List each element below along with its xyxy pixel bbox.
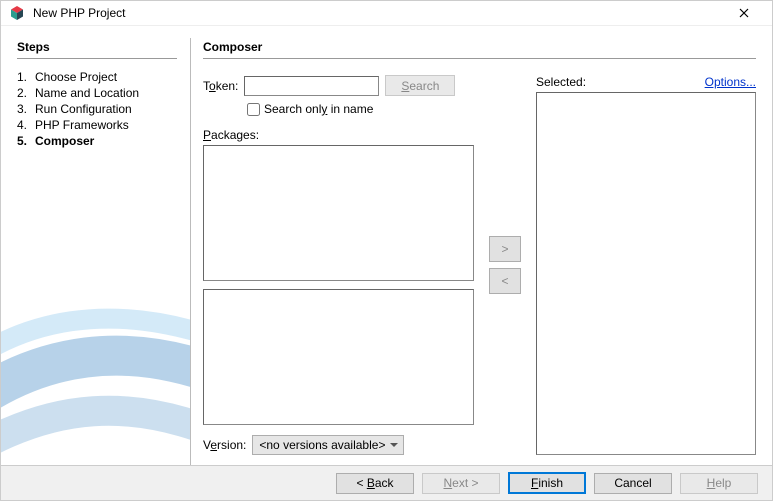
close-icon[interactable] (724, 5, 764, 21)
help-button[interactable]: Help (680, 473, 758, 494)
version-select[interactable]: <no versions available> (252, 435, 404, 455)
cancel-button[interactable]: Cancel (594, 473, 672, 494)
package-description-box (203, 289, 474, 425)
search-only-in-name-checkbox[interactable] (247, 103, 260, 116)
steps-list: 1.Choose Project 2.Name and Location 3.R… (17, 69, 181, 149)
selected-listbox[interactable] (536, 92, 756, 455)
version-label: Version: (203, 438, 246, 452)
token-input[interactable] (244, 76, 379, 96)
decorative-swoosh (1, 285, 191, 465)
search-button[interactable]: Search (385, 75, 455, 96)
step-composer: 5.Composer (17, 133, 181, 149)
step-name-location: 2.Name and Location (17, 85, 181, 101)
packages-listbox[interactable] (203, 145, 474, 281)
steps-sidebar: Steps 1.Choose Project 2.Name and Locati… (1, 26, 191, 465)
add-package-button[interactable]: > (489, 236, 521, 262)
packages-label: Packages: (203, 128, 474, 142)
finish-button[interactable]: Finish (508, 472, 586, 494)
window-title: New PHP Project (33, 6, 724, 20)
remove-package-button[interactable]: < (489, 268, 521, 294)
selected-label: Selected: (536, 75, 586, 89)
app-icon (9, 5, 25, 21)
back-button[interactable]: < Back (336, 473, 414, 494)
search-only-in-name-label: Search only in name (264, 102, 373, 116)
step-choose-project: 1.Choose Project (17, 69, 181, 85)
panel-heading: Composer (203, 40, 756, 54)
token-label: Token: (203, 79, 238, 93)
options-link[interactable]: Options... (705, 75, 756, 89)
next-button[interactable]: Next > (422, 473, 500, 494)
wizard-button-bar: < Back Next > Finish Cancel Help (1, 465, 772, 500)
titlebar: New PHP Project (1, 1, 772, 26)
step-run-configuration: 3.Run Configuration (17, 101, 181, 117)
step-php-frameworks: 4.PHP Frameworks (17, 117, 181, 133)
steps-heading: Steps (17, 40, 181, 54)
